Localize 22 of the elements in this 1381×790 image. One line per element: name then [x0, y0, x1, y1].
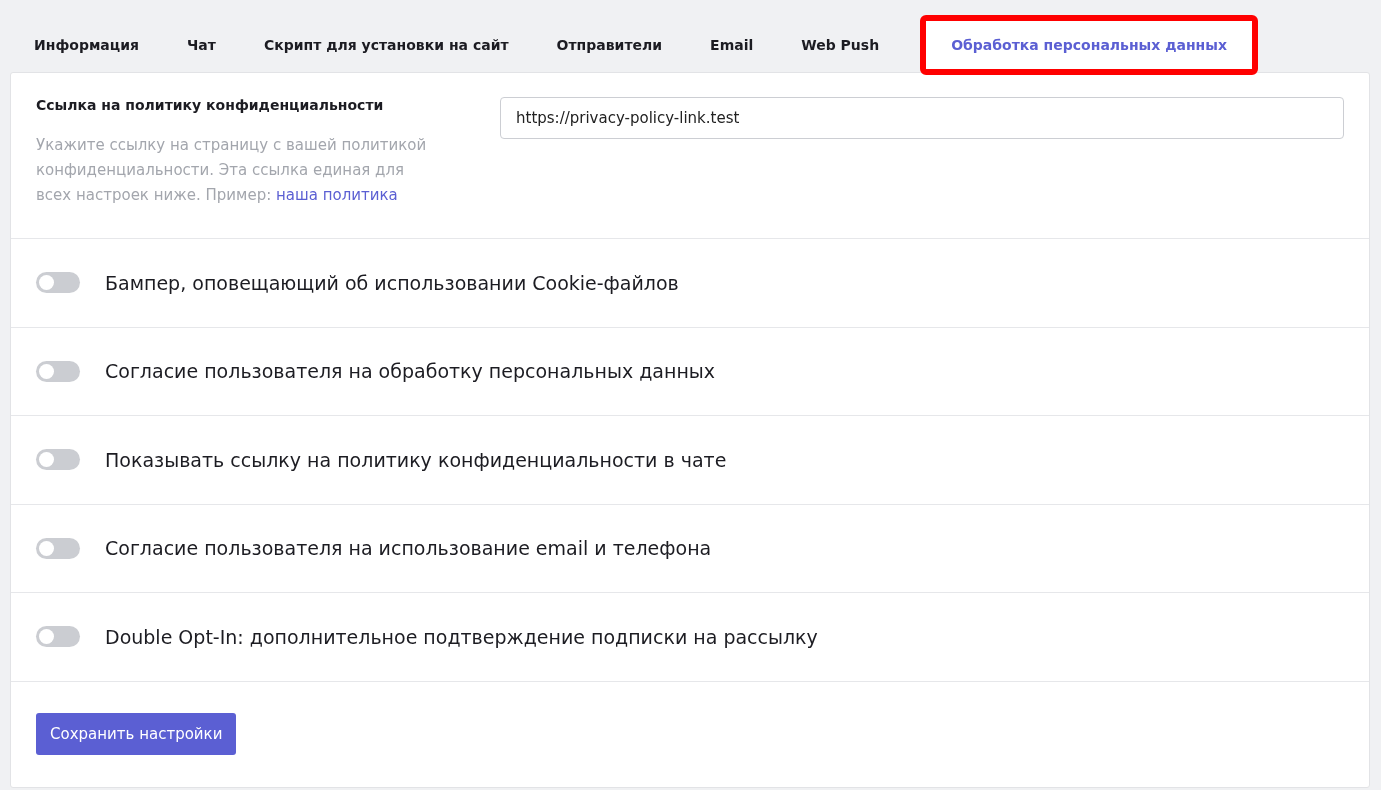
tab[interactable]: Скрипт для установки на сайт — [239, 18, 533, 72]
tab[interactable]: Чат — [163, 18, 240, 72]
tab[interactable]: Обработка персональных данных — [923, 18, 1255, 72]
toggle-label: Double Opt-In: дополнительное подтверждение подписки на рассылку — [105, 625, 818, 648]
toggle-switch[interactable] — [36, 449, 80, 471]
toggle-label: Бампер, оповещающий об использовании Cookie-файлов — [105, 271, 679, 294]
field-label: Ссылка на политику конфиденциальности — [36, 97, 385, 113]
save-button[interactable]: Сохранить настройки — [36, 712, 237, 755]
toggle-label: Согласие пользователя на использование email и телефона — [105, 537, 712, 560]
toggle-label: Согласие пользователя на обработку персональных данных — [105, 360, 716, 383]
toggle-switch[interactable] — [36, 272, 80, 294]
tab[interactable]: Информация — [10, 18, 163, 72]
toggle-switch[interactable] — [36, 360, 80, 382]
tab[interactable]: Email — [686, 18, 778, 72]
tab[interactable]: Отправители — [532, 18, 687, 72]
url-input[interactable]: https://privacy-policy-link.test — [500, 97, 1344, 139]
toggle-switch[interactable] — [36, 626, 80, 648]
policy-link[interactable]: наша политика — [276, 186, 398, 204]
help-text: Укажите ссылку на страницу с вашей политикой конфиденциальности. Эта ссылка единая для всех настроек ниже. Пример: наша политика — [36, 135, 428, 206]
toggle-switch[interactable] — [36, 537, 80, 559]
tab[interactable]: Web Push — [777, 18, 904, 72]
toggle-label: Показывать ссылку на политику конфиденциальности в чате — [105, 448, 727, 471]
